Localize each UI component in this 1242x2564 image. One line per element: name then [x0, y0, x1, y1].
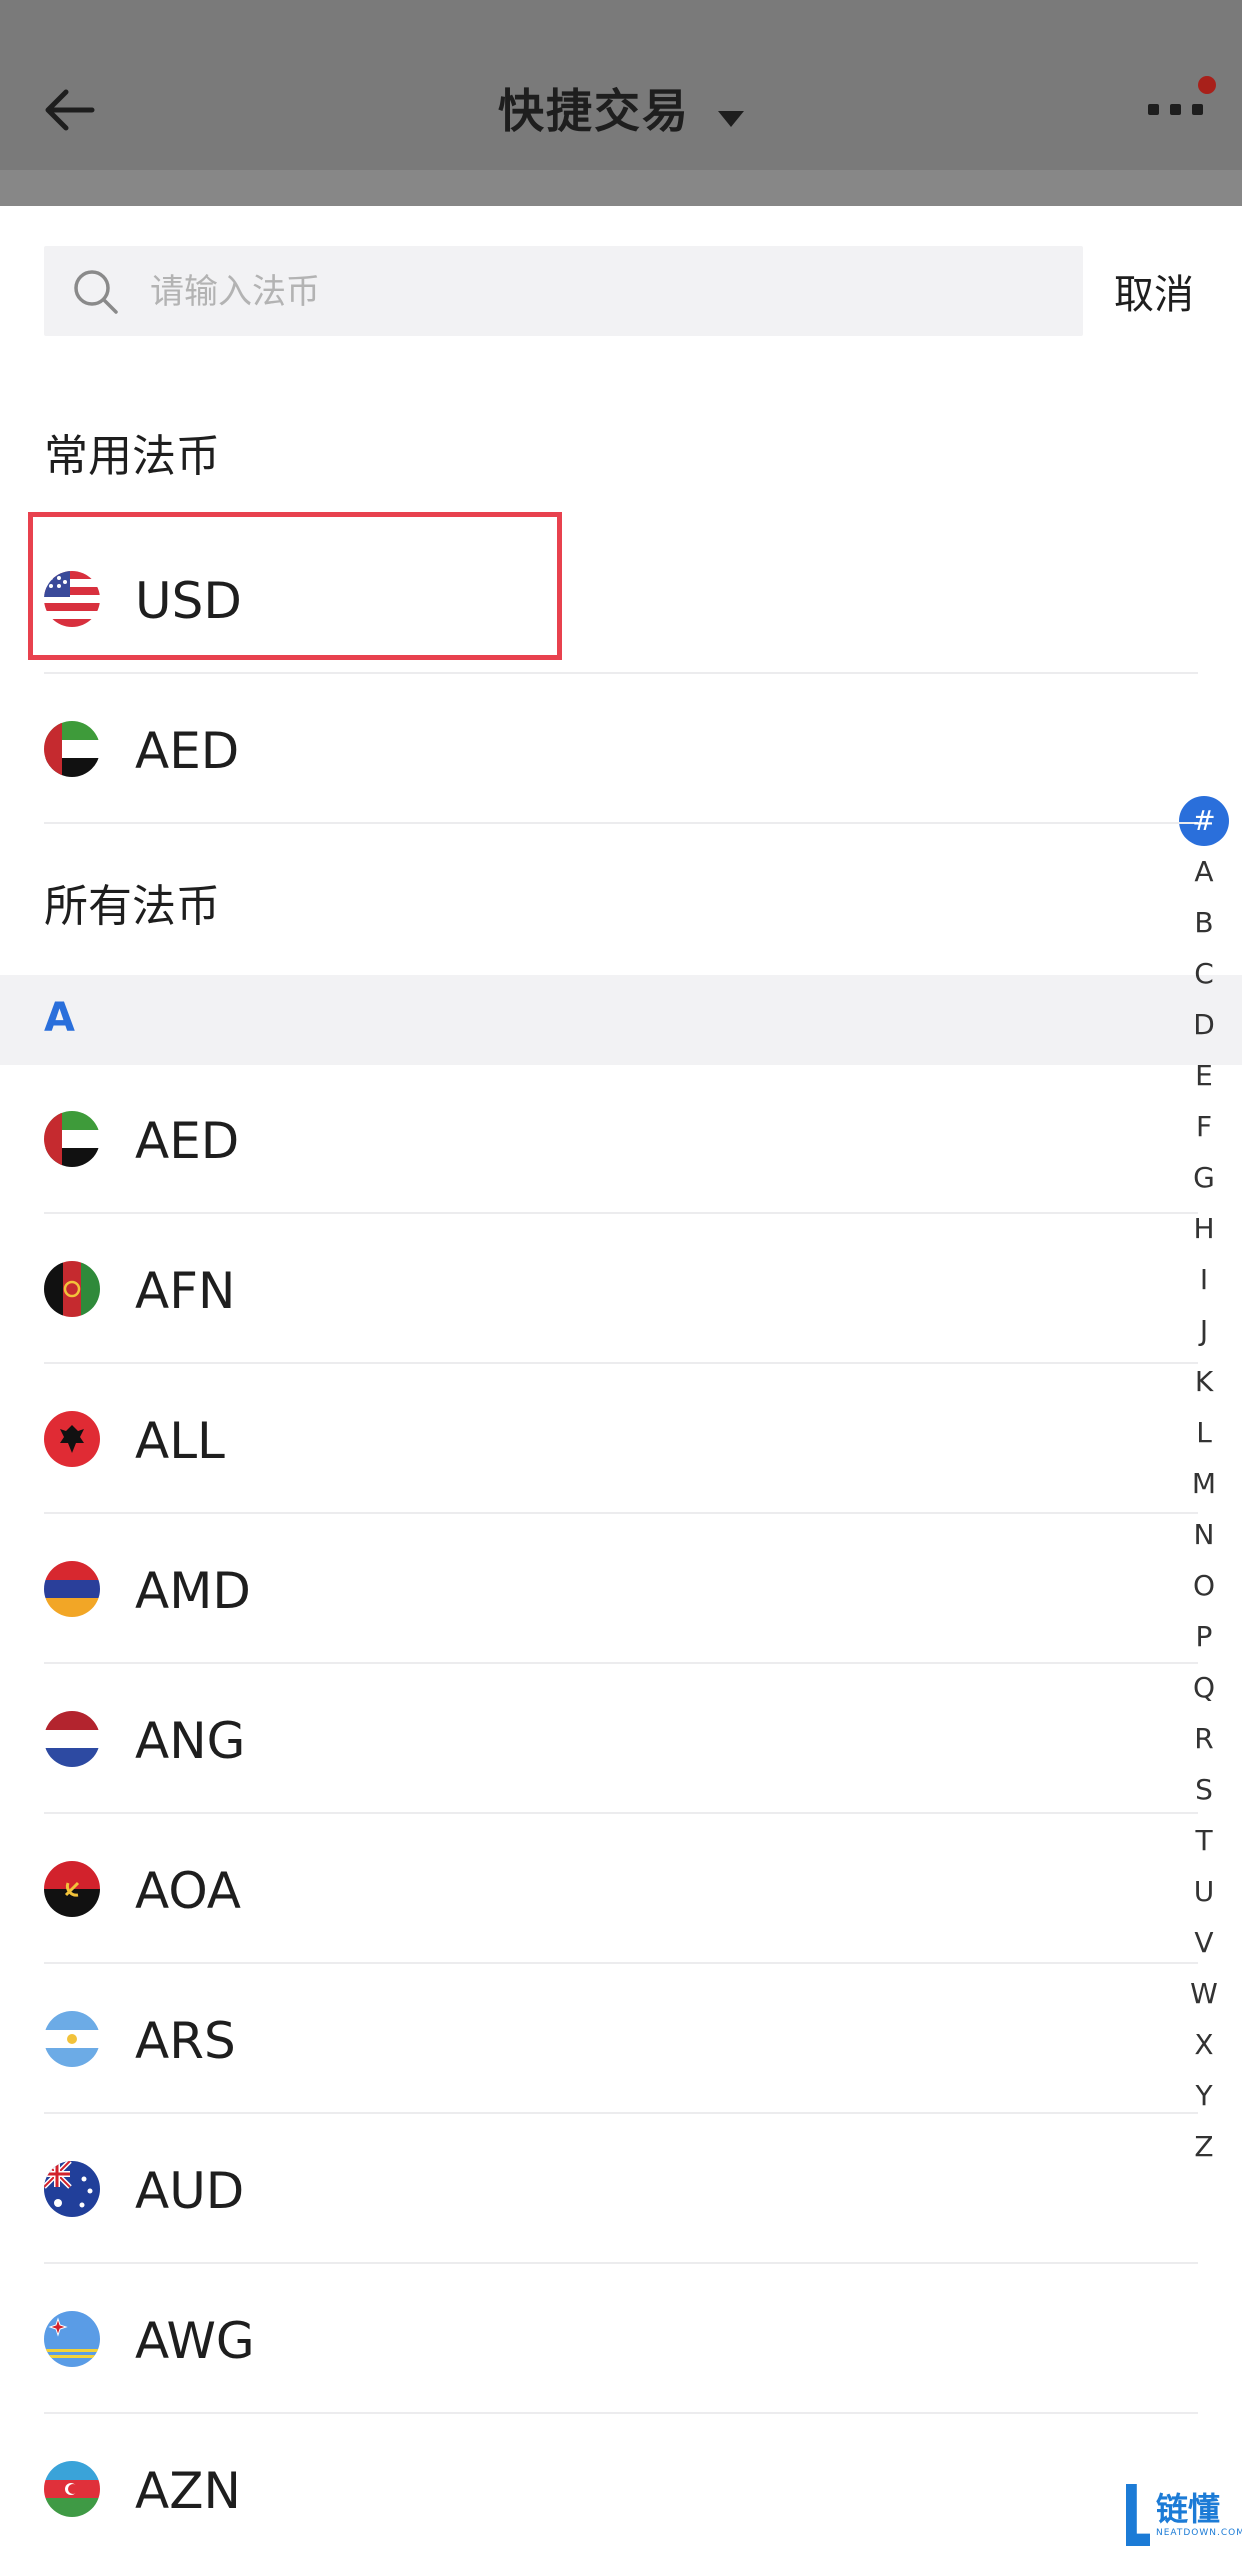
afghanistan-flag-icon — [44, 1261, 100, 1317]
currency-code: AUD — [135, 2162, 245, 2220]
currency-code: AED — [135, 1112, 240, 1170]
azerbaijan-flag-icon — [44, 2461, 100, 2517]
currency-code: ARS — [135, 2012, 236, 2070]
watermark-logo: 链懂 NEATDOWN.COM — [1126, 2484, 1242, 2548]
currency-row-azn[interactable]: AZN — [0, 2414, 1242, 2564]
watermark-l-icon — [1126, 2484, 1150, 2546]
currency-code: AOA — [135, 1862, 242, 1920]
currency-row-ars[interactable]: ARS — [0, 1964, 1242, 2114]
index-letter[interactable]: D — [1178, 1000, 1230, 1050]
index-letter[interactable]: S — [1178, 1765, 1230, 1815]
currency-row-all[interactable]: ALL — [0, 1364, 1242, 1514]
uae-flag-icon — [44, 1111, 100, 1167]
currency-code: ALL — [135, 1412, 225, 1470]
index-letter[interactable]: N — [1178, 1510, 1230, 1560]
watermark-text: 链懂 — [1156, 2490, 1221, 2528]
row-divider — [44, 822, 1198, 824]
currency-code: AZN — [135, 2462, 241, 2520]
search-icon — [74, 270, 118, 314]
currency-code: AED — [135, 722, 240, 780]
currency-code: AWG — [135, 2312, 255, 2370]
aruba-flag-icon — [44, 2311, 100, 2367]
currency-row-awg[interactable]: AWG — [0, 2264, 1242, 2414]
notification-dot — [1198, 76, 1216, 94]
watermark-subtext: NEATDOWN.COM — [1156, 2528, 1242, 2538]
index-letter[interactable]: Y — [1178, 2071, 1230, 2121]
australia-flag-icon — [44, 2161, 100, 2217]
caret-down-icon — [718, 110, 744, 127]
currency-row-aed[interactable]: AED — [0, 1064, 1242, 1214]
argentina-flag-icon — [44, 2011, 100, 2067]
index-letter[interactable]: Z — [1178, 2122, 1230, 2172]
index-letter[interactable]: T — [1178, 1816, 1230, 1866]
group-letter: A — [44, 995, 75, 1041]
overlay-strip — [0, 170, 1242, 206]
uae-flag-icon — [44, 721, 100, 777]
currency-code: AFN — [135, 1262, 236, 1320]
currency-row-aed-common[interactable]: AED — [0, 674, 1242, 824]
top-app-bar: 快捷交易 — [0, 0, 1242, 170]
currency-code: AMD — [135, 1562, 251, 1620]
group-header-a: A — [0, 975, 1242, 1065]
index-letter[interactable]: B — [1178, 898, 1230, 948]
page-title: 快捷交易 — [498, 84, 690, 138]
currency-row-amd[interactable]: AMD — [0, 1514, 1242, 1664]
currency-code: ANG — [135, 1712, 246, 1770]
index-letter[interactable]: P — [1178, 1612, 1230, 1662]
index-letter[interactable]: X — [1178, 2020, 1230, 2070]
index-letter[interactable]: R — [1178, 1714, 1230, 1764]
section-title-all: 所有法币 — [44, 881, 220, 932]
albania-flag-icon — [44, 1411, 100, 1467]
title-dropdown[interactable]: 快捷交易 — [0, 75, 1242, 141]
index-letter[interactable]: E — [1178, 1051, 1230, 1101]
highlight-frame — [28, 512, 562, 660]
index-letter[interactable]: F — [1178, 1102, 1230, 1152]
index-letter[interactable]: J — [1178, 1306, 1230, 1356]
currency-row-ang[interactable]: ANG — [0, 1664, 1242, 1814]
currency-row-aud[interactable]: AUD — [0, 2114, 1242, 2264]
index-letter[interactable]: V — [1178, 1918, 1230, 1968]
index-hash[interactable]: # — [1178, 796, 1230, 846]
index-letter[interactable]: G — [1178, 1153, 1230, 1203]
index-letter[interactable]: W — [1178, 1969, 1230, 2019]
index-letter[interactable]: H — [1178, 1204, 1230, 1254]
index-letter[interactable]: K — [1178, 1357, 1230, 1407]
section-title-common: 常用法币 — [44, 431, 220, 482]
currency-row-afn[interactable]: AFN — [0, 1214, 1242, 1364]
index-letter[interactable]: M — [1178, 1459, 1230, 1509]
netherlands-flag-icon — [44, 1711, 100, 1767]
angola-flag-icon — [44, 1861, 100, 1917]
search-bar[interactable] — [44, 246, 1083, 338]
index-letter[interactable]: L — [1178, 1408, 1230, 1458]
index-letter[interactable]: O — [1178, 1561, 1230, 1611]
index-letter[interactable]: A — [1178, 847, 1230, 897]
currency-row-aoa[interactable]: AOA — [0, 1814, 1242, 1964]
more-menu-icon[interactable] — [1148, 98, 1208, 118]
index-letter[interactable]: Q — [1178, 1663, 1230, 1713]
cancel-button[interactable]: 取消 — [1114, 262, 1194, 320]
search-input[interactable] — [148, 246, 1052, 338]
index-letter[interactable]: C — [1178, 949, 1230, 999]
index-letter[interactable]: I — [1178, 1255, 1230, 1305]
armenia-flag-icon — [44, 1561, 100, 1617]
index-letter[interactable]: U — [1178, 1867, 1230, 1917]
